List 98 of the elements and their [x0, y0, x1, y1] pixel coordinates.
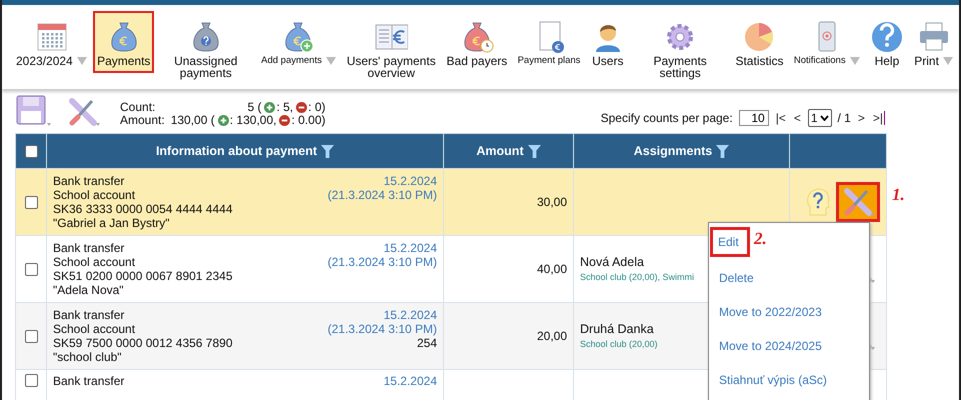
toolbar-button[interactable]: Print [910, 11, 957, 73]
menu-item[interactable]: Stiahnuť výpis (aSc) [709, 363, 869, 397]
toolbar-button[interactable]: Payments settings [631, 11, 730, 83]
payment-info-line: SK36 3333 0000 0054 4444 4444 [53, 202, 233, 216]
row-checkbox[interactable] [24, 262, 38, 276]
save-icon[interactable] [16, 95, 52, 127]
posted-date: (21.3.2024 3:10 PM) [328, 255, 437, 269]
posted-date: (21.3.2024 3:10 PM) [328, 188, 437, 202]
chevron-down-icon [820, 115, 829, 121]
amount-cell: 40,00 [536, 262, 567, 276]
toolbar-button-label: Payment plans [518, 55, 580, 67]
page-select[interactable]: 1 [808, 109, 832, 127]
toolbar-button-label: Unassigned payments [173, 55, 238, 79]
per-page-label: Specify counts per page: [600, 111, 733, 125]
payment-date: 15.2.2024 [384, 374, 437, 388]
summary-minus: : 0) [308, 101, 326, 114]
payment-info-line: School account [53, 255, 136, 269]
plus-icon [218, 115, 229, 126]
toolbar-button[interactable]: Unassigned payments [156, 11, 255, 83]
payment-info-line: SK59 7500 0000 0012 4356 7890 [53, 336, 233, 350]
row-checkbox[interactable] [24, 374, 38, 387]
plus-icon [264, 102, 276, 113]
toolbar-button-label: Users' payments overview [346, 55, 436, 79]
summary-total: 130,00 ( [170, 114, 215, 127]
payment-info-line: Bank transfer [53, 374, 124, 388]
summary-plus: : 5, [276, 101, 294, 114]
tools-icon [841, 187, 875, 217]
menu-item[interactable]: Edit [710, 227, 750, 257]
payment-date: 15.2.2024 [384, 174, 437, 188]
toolbar-button-label: Help [874, 55, 900, 67]
step-annotation: 2. [754, 229, 767, 249]
toolbar-button-label: Bad payers [446, 55, 508, 67]
filter-icon[interactable] [321, 144, 334, 158]
toolbar-button-label: Statistics [735, 55, 784, 67]
payment-info-line: Bank transfer [53, 308, 126, 322]
toolbar-button[interactable]: Notifications [790, 11, 864, 73]
first-page-link[interactable]: |< [774, 111, 787, 125]
toolbar-button[interactable]: Payment plans [514, 11, 584, 73]
payment-info-line: School account [53, 322, 136, 336]
filter-icon[interactable] [528, 144, 541, 158]
toolbar-button-label: 2023/2024 [16, 55, 73, 67]
assignment-detail: School club (20,00) [580, 339, 658, 349]
summary-label: Count: [120, 101, 156, 114]
minus-icon [296, 102, 308, 113]
payment-info-line: School account [53, 188, 136, 202]
summary-plus: : 130,00, [230, 114, 276, 127]
filter-icon[interactable] [716, 144, 730, 158]
posted-date: (21.3.2024 3:10 PM) [328, 322, 437, 336]
menu-item[interactable]: Delete [709, 261, 869, 295]
previous-page-link[interactable]: < [792, 111, 802, 125]
per-page-field[interactable]: 10 [738, 110, 769, 126]
help-icon [870, 19, 904, 53]
payment-info-line: Bank transfer [53, 241, 126, 255]
payment-date: 15.2.2024 [384, 308, 437, 322]
payment-info-line: "school club" [53, 350, 123, 364]
page-count: / 1 [838, 111, 851, 125]
toolbar-button-label: Print [914, 55, 939, 67]
payment-info-line: SK51 0200 0000 0067 8901 2345 [53, 269, 233, 283]
menu-item[interactable]: Move to 2024/2025 [709, 329, 869, 363]
toolbar-button[interactable]: Help [866, 11, 908, 73]
payment-info-line: "Gabriel a Jan Bystry" [53, 216, 171, 230]
toolbar-button[interactable]: Add payments [257, 11, 340, 73]
toolbar-button-label: Notifications [794, 55, 846, 67]
amount-cell: 30,00 [536, 195, 567, 209]
payment-info-line: "Adela Nova" [53, 283, 125, 297]
toolbar-button[interactable]: 2023/2024 [12, 11, 91, 73]
minus-icon [279, 115, 290, 126]
payment-date: 15.2.2024 [384, 241, 437, 255]
toolbar-button[interactable]: Statistics [731, 11, 788, 73]
last-page-link[interactable]: >| [872, 111, 885, 125]
select-all-checkbox[interactable] [24, 144, 38, 158]
next-page-link[interactable]: > [856, 111, 866, 125]
row-checkbox[interactable] [24, 196, 38, 208]
payment-info-line: Bank transfer [53, 174, 126, 188]
row-checkbox[interactable] [24, 330, 38, 342]
payment-reference: 254 [416, 336, 437, 350]
toolbar-button-label: Payments [97, 55, 150, 67]
amount-cell: 20,00 [536, 329, 567, 343]
toolbar-button[interactable]: Users [586, 11, 629, 73]
toolbar-button-label: Add payments [261, 55, 322, 67]
tools-icon [66, 97, 100, 127]
column-header[interactable]: Information about payment [46, 134, 444, 168]
row-tools-button[interactable] [836, 182, 880, 222]
assignee-name: Druhá Danka [580, 322, 655, 336]
toolbar-button[interactable]: Payments [93, 11, 154, 73]
toolbar-button-label: Payments settings [652, 55, 708, 79]
column-header[interactable]: Amount [444, 134, 574, 168]
assignee-name: Nová Adela [580, 255, 645, 269]
summary-minus: : 0.00) [291, 114, 326, 127]
assignment-detail: School club (20,00), Swimmi [580, 272, 694, 282]
toolbar-button[interactable]: Users' payments overview [342, 11, 440, 83]
menu-item[interactable]: Move to 2022/2023 [709, 295, 869, 329]
toolbar-button-label: Users [592, 55, 624, 67]
summary-total: 5 ( [247, 101, 262, 114]
toolbar-button[interactable]: Bad payers [442, 11, 512, 73]
column-header[interactable]: Assignments [574, 134, 790, 168]
summary-label: Amount: [120, 114, 165, 127]
step-annotation: 1. [892, 185, 905, 205]
